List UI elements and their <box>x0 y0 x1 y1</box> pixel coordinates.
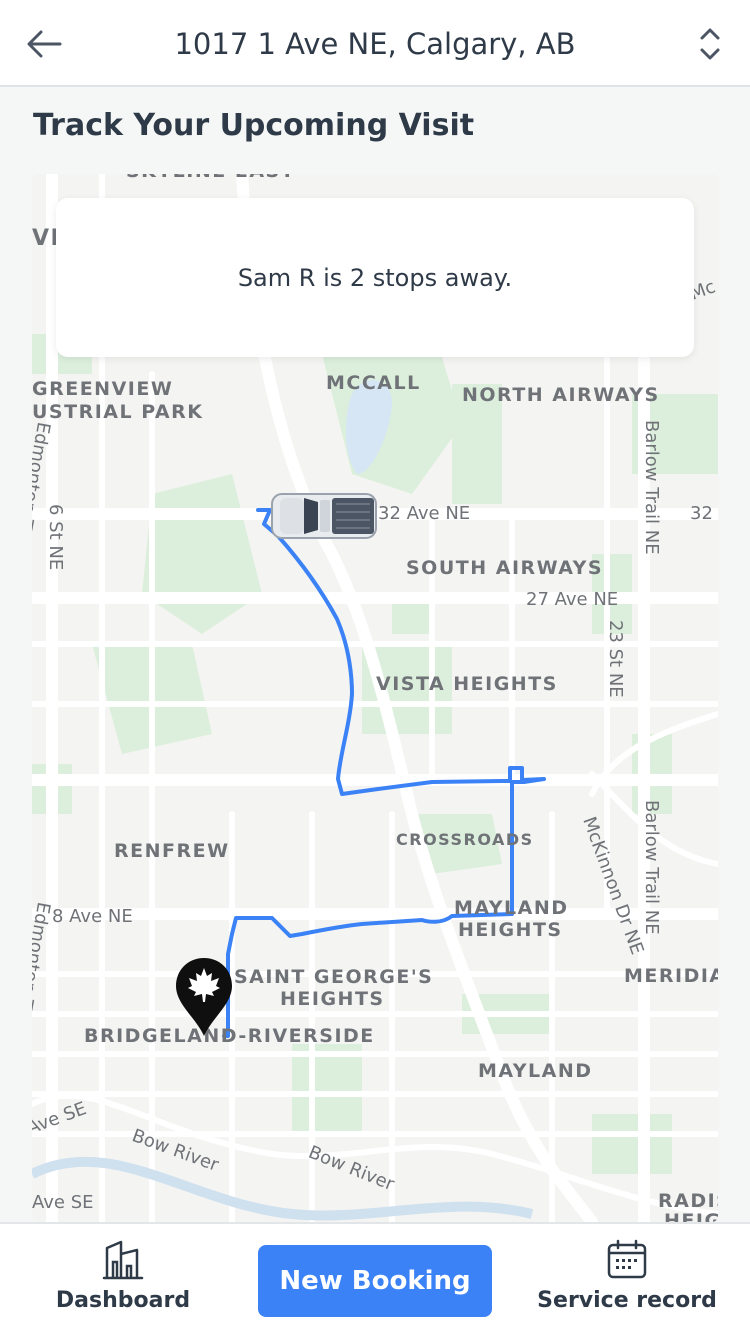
road-label: 32 Ave NE <box>378 503 471 524</box>
top-bar: 1017 1 Ave NE, Calgary, AB <box>0 0 750 87</box>
road-label: 23 St NE <box>605 620 626 698</box>
map-label: SOUTH AIRWAYS <box>406 557 604 579</box>
map-label: SKYLINE EAST <box>126 174 295 182</box>
map-label: HEIG <box>664 1210 718 1222</box>
back-button[interactable] <box>22 22 66 66</box>
map-label: HEIGHTS <box>280 988 385 1010</box>
maple-leaf-pin-icon <box>176 958 232 1036</box>
address-title[interactable]: 1017 1 Ave NE, Calgary, AB <box>90 22 660 66</box>
arrow-left-icon <box>27 30 62 58</box>
map-label: RADIS <box>658 1190 718 1212</box>
map-label: SAINT GEORGE'S <box>234 966 434 988</box>
address-switch-button[interactable] <box>690 22 730 66</box>
new-booking-button[interactable]: New Booking <box>258 1245 492 1317</box>
road-label: Barlow Trail NE <box>641 800 662 935</box>
map-label: USTRIAL PARK <box>32 401 204 423</box>
calendar-icon <box>607 1239 647 1279</box>
status-card: Sam R is 2 stops away. <box>56 198 694 357</box>
map-label: MERIDIA <box>624 965 718 987</box>
pickup-truck-icon <box>271 493 377 539</box>
building-chart-icon <box>102 1240 144 1280</box>
tracking-map[interactable]: SKYLINE EAST VI Mc GREENVIEW USTRIAL PAR… <box>32 174 718 1222</box>
road-label: Ave SE <box>32 1192 94 1213</box>
map-label: RENFREW <box>114 840 230 862</box>
nav-dashboard[interactable]: Dashboard <box>38 1238 208 1328</box>
road-label: 6 St NE <box>45 504 66 571</box>
chevron-up-down-icon <box>700 28 720 60</box>
nav-dashboard-label: Dashboard <box>55 1288 191 1313</box>
route-line <box>222 508 546 1038</box>
road-label: 8 Ave NE <box>52 906 133 927</box>
map-label: NORTH AIRWAYS <box>462 384 660 406</box>
page-title: Track Your Upcoming Visit <box>33 108 475 143</box>
map-label: HEIGHTS <box>458 919 563 941</box>
bottom-navigation: Dashboard New Booking Service record <box>0 1222 750 1334</box>
road-label: Barlow Trail NE <box>641 420 662 555</box>
nav-service-record-label: Service record <box>537 1288 717 1313</box>
map-label: CROSSROADS <box>396 830 534 849</box>
map-label: MAYLAND <box>478 1060 593 1082</box>
nav-service-record[interactable]: Service record <box>537 1238 717 1328</box>
road-label: 32 <box>690 503 713 524</box>
map-label: GREENVIEW <box>32 378 174 400</box>
map-label: VISTA HEIGHTS <box>376 673 558 695</box>
status-message: Sam R is 2 stops away. <box>237 263 513 292</box>
map-label: MCCALL <box>326 372 421 394</box>
map-label: MAYLAND <box>454 897 569 919</box>
road-label: 27 Ave NE <box>526 589 619 610</box>
